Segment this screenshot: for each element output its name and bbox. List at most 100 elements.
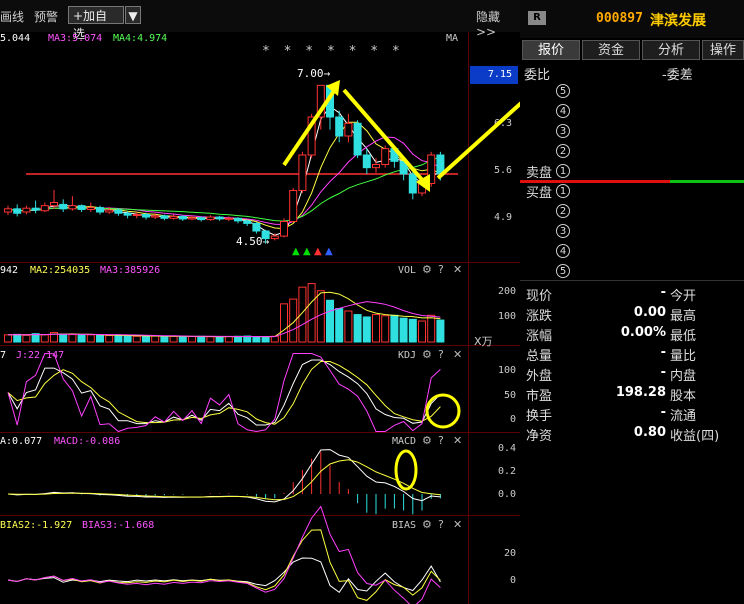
sell-label: 卖盘 (526, 166, 553, 181)
volume-bar (151, 335, 160, 343)
ma-line-2 (7, 121, 441, 230)
volume-bar (234, 335, 242, 343)
stock-code: 000897 (596, 11, 643, 26)
volume-bar (160, 336, 169, 343)
kdj-j (7, 352, 441, 433)
stat-label2-5: 股本 (670, 389, 697, 404)
volume-bar (96, 334, 104, 343)
volume-bar (280, 303, 288, 343)
sell-level-3: 3 (556, 124, 570, 138)
tab-analysis[interactable]: 分析 (642, 40, 700, 60)
sell-level-4: 4 (556, 104, 570, 118)
volume-bar (270, 335, 279, 343)
stat-label-0: 现价 (526, 289, 553, 304)
quote-panel: R 000897 津滨发展 报价 资金 分析 操作 委比 -委差 5 4 3 2… (520, 0, 744, 604)
kdj-circle-annotation (425, 393, 461, 429)
volume-bar (114, 335, 123, 343)
candle-body (252, 222, 261, 232)
candle-body (114, 209, 123, 214)
candle-body (132, 214, 141, 217)
volume-bar (399, 317, 408, 343)
candle-body (4, 208, 12, 213)
volume-bar (427, 314, 436, 343)
stock-name: 津滨发展 (650, 13, 706, 29)
buy-label: 买盘 (526, 186, 553, 201)
buy-bar (670, 180, 744, 183)
candle-body (40, 205, 49, 212)
candle-body (86, 207, 95, 210)
volume-bar (206, 336, 215, 343)
stat-label-4: 外盘 (526, 369, 553, 384)
marker-arrow: ▲ (325, 246, 333, 257)
candle-body (335, 116, 344, 137)
kline-chart[interactable]: ▲ ▲ ▲ ▲ (0, 0, 520, 604)
volume-bar (252, 336, 261, 343)
volume-bar (178, 336, 187, 343)
stat-label2-1: 最高 (670, 309, 697, 324)
volume-bar (307, 283, 316, 343)
stat-value-5: 198.28 (615, 385, 666, 400)
candle-body (372, 164, 380, 169)
stat-label-3: 总量 (526, 349, 553, 364)
stat-label-1: 涨跌 (526, 309, 553, 324)
candle-body (96, 207, 104, 213)
candle-body (169, 215, 178, 219)
stat-value-6: - (660, 405, 666, 420)
candle-body (105, 209, 114, 213)
bias-2 (7, 529, 441, 601)
candle-body (381, 148, 390, 166)
volume-bar (390, 314, 399, 343)
candle-body (77, 205, 86, 210)
candle-body (142, 214, 150, 218)
stat-label2-7: 收益(四) (670, 429, 720, 444)
volume-bar (142, 335, 150, 343)
volume-bar (408, 318, 417, 343)
market-badge: R (528, 11, 546, 25)
annotation-arrow-right (436, 101, 520, 180)
stat-label2-2: 最低 (670, 329, 697, 344)
volume-bar (381, 315, 390, 343)
stat-label-7: 净资 (526, 429, 553, 444)
candle-body (243, 220, 252, 224)
tab-funds[interactable]: 资金 (582, 40, 640, 60)
candle-body (270, 235, 279, 240)
volume-bar (40, 334, 49, 343)
stat-value-2: 0.00% (620, 325, 666, 340)
volume-bar (344, 310, 353, 343)
volume-bar (13, 333, 22, 343)
volume-bar (261, 336, 270, 343)
volume-bar (353, 314, 362, 343)
volume-bar (335, 308, 344, 343)
candle-body (261, 230, 270, 240)
candle-body (160, 215, 169, 219)
marker-arrow: ▲ (314, 246, 322, 257)
stat-label2-3: 量比 (670, 349, 697, 364)
bias-3 (7, 505, 441, 604)
volume-bar (197, 335, 206, 343)
volume-bar (362, 316, 371, 343)
stat-value-1: 0.00 (633, 305, 666, 320)
volume-bar (215, 336, 224, 343)
buy-level-2: 2 (556, 204, 570, 218)
candle-body (344, 122, 353, 137)
bid-diff-label: -委差 (662, 68, 693, 83)
stat-value-4: - (660, 365, 666, 380)
stat-label2-0: 今开 (670, 289, 697, 304)
candle-body (123, 212, 132, 216)
tab-quote[interactable]: 报价 (522, 40, 580, 60)
buy-level-1: 1 (556, 184, 570, 198)
sell-level-1: 1 (556, 164, 570, 178)
candle-body (234, 217, 242, 222)
volume-bar (4, 334, 12, 343)
bias-1 (7, 557, 441, 594)
volume-bar (59, 333, 68, 343)
candle-body (197, 217, 206, 221)
volume-bar (418, 320, 426, 343)
candle-body (362, 154, 371, 169)
candle-body (224, 217, 233, 220)
volume-bar (436, 319, 445, 343)
candle-body (188, 217, 196, 220)
candle-body (22, 207, 31, 213)
candle-body (289, 189, 298, 222)
tab-operate[interactable]: 操作 (702, 40, 744, 60)
